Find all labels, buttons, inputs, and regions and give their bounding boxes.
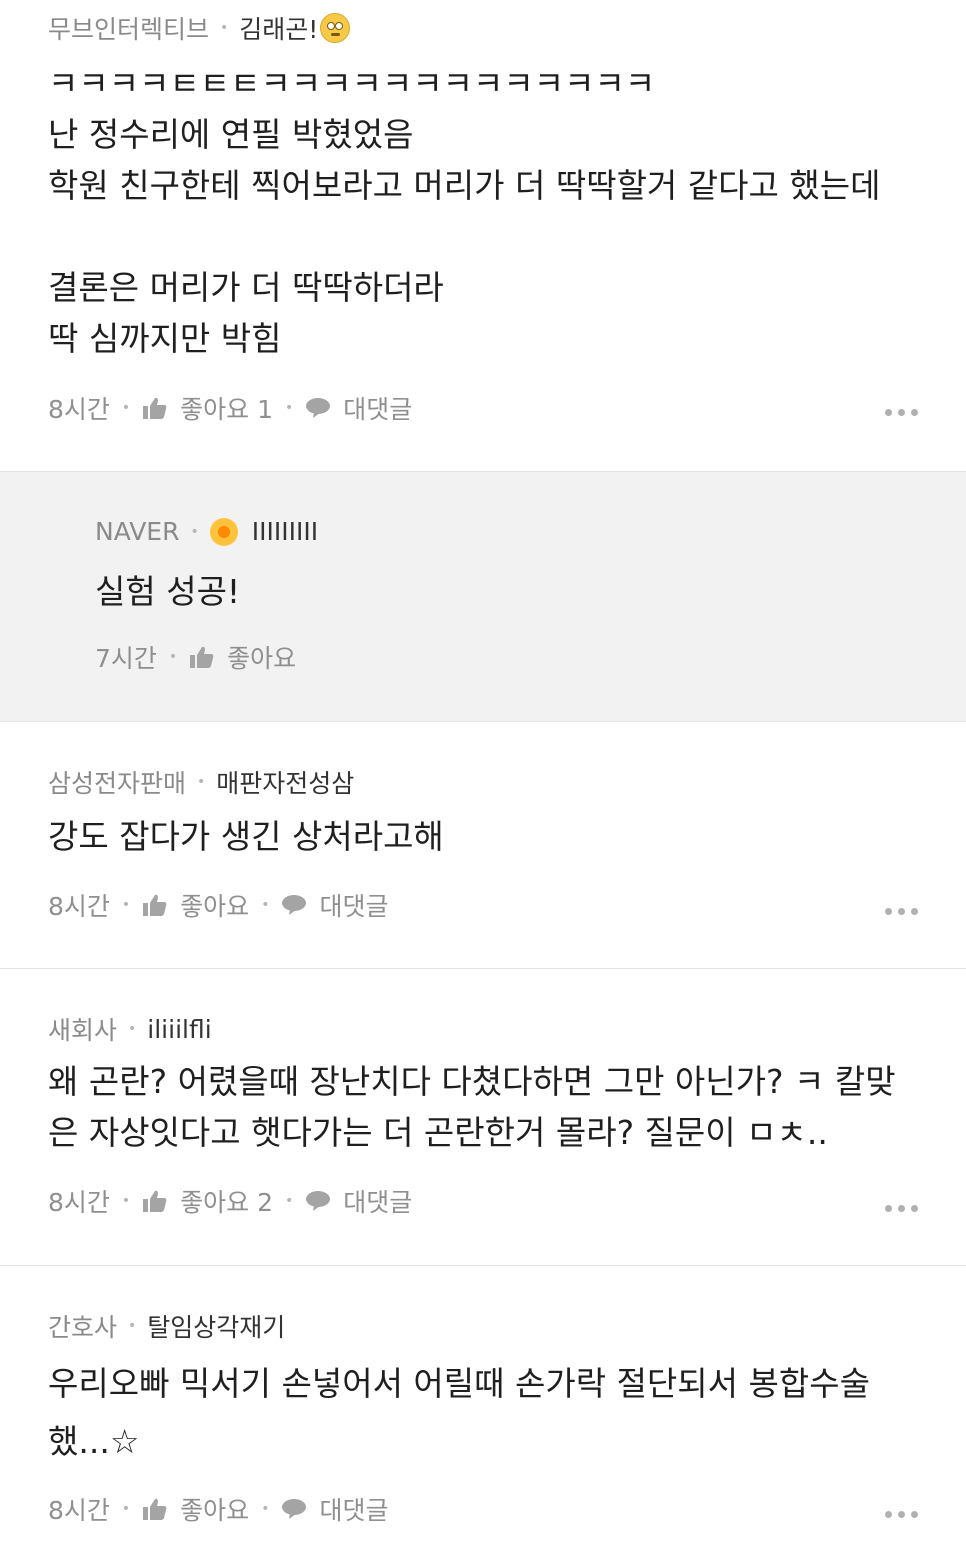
comment-text: ㅋㅋㅋㅋㅌㅌㅌㅋㅋㅋㅋㅋㅋㅋㅋㅋㅋㅋㅋㅋ 난 정수리에 연필 박혔었음 학원 친…	[48, 64, 881, 358]
comment-actions: 8시간 • 좋아요 • 대댓글	[48, 1491, 388, 1527]
thumbs-up-icon[interactable]	[142, 1189, 168, 1213]
comment-nickname[interactable]: iliiilflі	[147, 1015, 211, 1044]
reply-button[interactable]: 대댓글	[343, 1183, 412, 1219]
comment-nickname[interactable]: 김래곤!	[239, 10, 318, 46]
comment-time: 7시간	[95, 644, 157, 673]
comment-actions: 8시간 • 좋아요 1 • 대댓글	[48, 390, 412, 426]
reply-item: NAVER • IIIIIIIII 실험 성공! 7시간 • 좋아요	[0, 472, 966, 722]
like-button[interactable]: 좋아요	[180, 887, 249, 923]
comment-meta: NAVER • IIIIIIIII	[95, 517, 319, 546]
more-dots-icon[interactable]	[885, 1205, 918, 1212]
badge-icon	[209, 517, 238, 546]
comment-meta: 간호사 • 탈임상각재기	[48, 1308, 285, 1344]
comment-item: 무브인터렉티브 • 김래곤! ㅋㅋㅋㅋㅌㅌㅌㅋㅋㅋㅋㅋㅋㅋㅋㅋㅋㅋㅋㅋ 난 정수…	[0, 0, 966, 472]
reply-button[interactable]: 대댓글	[319, 887, 388, 923]
comment-meta: 새회사 • iliiilflі	[48, 1011, 212, 1047]
comment-actions: 7시간 • 좋아요	[95, 639, 296, 675]
comment-time: 8시간	[48, 395, 110, 424]
comment-time: 8시간	[48, 1188, 110, 1217]
thumbs-up-icon[interactable]	[189, 645, 215, 669]
comment-actions: 8시간 • 좋아요 2 • 대댓글	[48, 1183, 412, 1219]
reply-button[interactable]: 대댓글	[343, 390, 412, 426]
comment-author[interactable]: NAVER	[95, 517, 179, 546]
more-dots-icon[interactable]	[885, 908, 918, 915]
comment-author[interactable]: 삼성전자판매	[48, 764, 186, 800]
reply-button[interactable]: 대댓글	[319, 1491, 388, 1527]
comment-text: 실험 성공!	[95, 572, 241, 611]
comment-time: 8시간	[48, 1496, 110, 1525]
like-button[interactable]: 좋아요	[180, 1491, 249, 1527]
comment-nickname[interactable]: IIIIIIIII	[252, 517, 318, 546]
comment-nickname[interactable]: 탈임상각재기	[147, 1308, 285, 1344]
speech-bubble-icon[interactable]	[281, 1498, 307, 1520]
comment-item: 삼성전자판매 • 매판자전성삼 강도 잡다가 생긴 상처라고해 8시간 • 좋아…	[0, 722, 966, 969]
like-button[interactable]: 좋아요 2	[180, 1183, 273, 1219]
more-dots-icon[interactable]	[885, 1511, 918, 1518]
like-button[interactable]: 좋아요 1	[180, 390, 273, 426]
comment-text: 우리오빠 믹서기 손넣어서 어릴때 손가락 절단되서 봉합수술했...☆	[48, 1364, 870, 1461]
thumbs-up-icon[interactable]	[142, 1497, 168, 1521]
speech-bubble-icon[interactable]	[305, 397, 331, 419]
thumbs-up-icon[interactable]	[142, 396, 168, 420]
comment-item: 새회사 • iliiilflі 왜 곤란? 어렸을때 장난치다 다쳤다하면 그만…	[0, 969, 966, 1266]
comment-item: 간호사 • 탈임상각재기 우리오빠 믹서기 손넣어서 어릴때 손가락 절단되서 …	[0, 1266, 966, 1566]
comment-text: 강도 잡다가 생긴 상처라고해	[48, 817, 444, 856]
like-button[interactable]: 좋아요	[227, 639, 296, 675]
comment-time: 8시간	[48, 892, 110, 921]
thumbs-up-icon[interactable]	[142, 893, 168, 917]
speech-bubble-icon[interactable]	[281, 894, 307, 916]
comment-text: 왜 곤란? 어렸을때 장난치다 다쳤다하면 그만 아닌가? ㅋ 칼맞은 자상잇다…	[48, 1062, 896, 1152]
comment-meta: 무브인터렉티브 • 김래곤!	[48, 10, 351, 46]
comment-author[interactable]: 새회사	[48, 1011, 117, 1047]
speech-bubble-icon[interactable]	[305, 1190, 331, 1212]
separator-dot: •	[220, 20, 229, 36]
comment-actions: 8시간 • 좋아요 • 대댓글	[48, 887, 388, 923]
more-dots-icon[interactable]	[885, 409, 918, 416]
comment-nickname[interactable]: 매판자전성삼	[216, 764, 354, 800]
comment-author[interactable]: 간호사	[48, 1308, 117, 1344]
comment-author[interactable]: 무브인터렉티브	[48, 10, 209, 46]
rolling-eyes-emoji-icon	[320, 13, 351, 43]
comment-meta: 삼성전자판매 • 매판자전성삼	[48, 764, 354, 800]
